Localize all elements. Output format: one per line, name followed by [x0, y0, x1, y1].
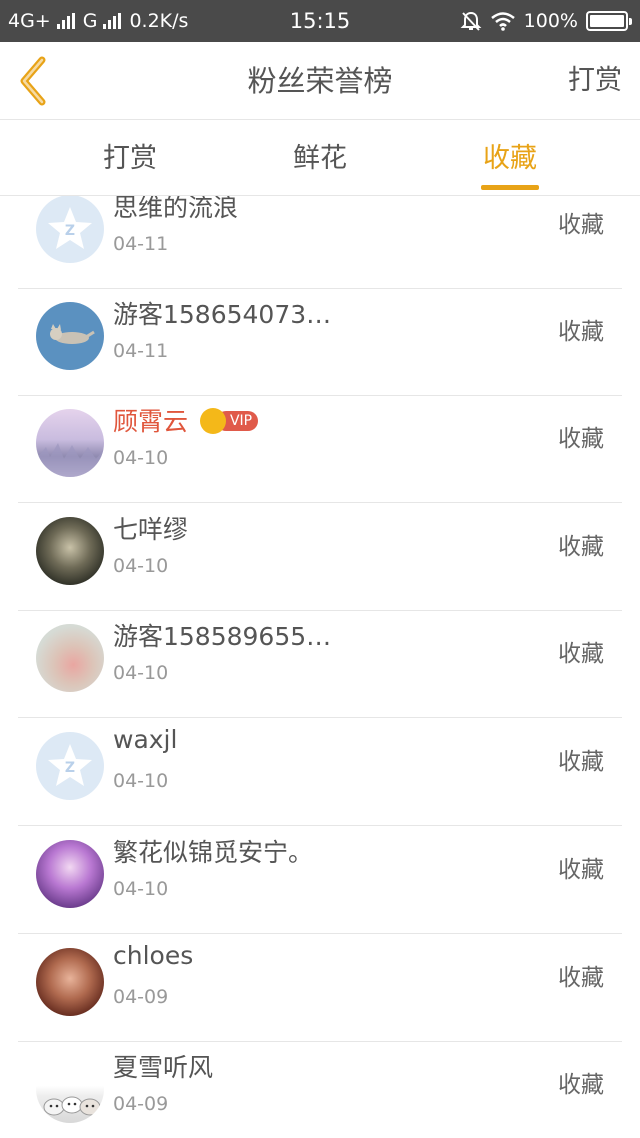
fan-date: 04-10	[113, 770, 169, 792]
wifi-icon	[490, 12, 515, 31]
cat-avatar	[36, 302, 104, 370]
list-item[interactable]: 游客158654073… 04-11 收藏	[18, 289, 622, 396]
fan-name: 游客158589655…	[113, 622, 332, 651]
status-right: 100%	[460, 0, 632, 42]
list-item[interactable]: 顾霄云 VIP 04-10 收藏	[18, 396, 622, 503]
winter-landscape-avatar	[36, 409, 104, 477]
page-title: 粉丝荣誉榜	[247, 64, 393, 98]
anime-girl-avatar	[36, 840, 104, 908]
list-item[interactable]: Z waxjl 04-10 收藏	[18, 719, 622, 826]
reward-button[interactable]: 打赏	[568, 42, 622, 120]
battery-percent: 100%	[523, 10, 578, 32]
flower-avatar	[36, 624, 104, 692]
fan-name: chloes	[113, 941, 194, 970]
svg-text:Z: Z	[65, 760, 75, 776]
fan-action-label: 收藏	[558, 965, 604, 991]
list-item[interactable]: 七咩缪 04-10 收藏	[18, 504, 622, 611]
list-item[interactable]: 夏雪听风 04-09 收藏	[18, 1042, 622, 1138]
fan-action-label: 收藏	[558, 534, 604, 560]
fan-name: waxjl	[113, 725, 178, 754]
list-item[interactable]: Z 思维的流浪 04-11 收藏	[18, 196, 622, 289]
fan-name: 七咩缪	[113, 515, 189, 544]
fan-name: 思维的流浪	[113, 196, 239, 222]
vip-badge: VIP	[199, 408, 259, 434]
fan-action-label: 收藏	[558, 1072, 604, 1098]
fan-list: Z 思维的流浪 04-11 收藏 游客158654073… 04-11 收藏 顾…	[0, 196, 640, 1138]
fan-action-label: 收藏	[558, 857, 604, 883]
fan-date: 04-10	[113, 555, 169, 577]
fan-action-label: 收藏	[558, 212, 604, 238]
fan-action-label: 收藏	[558, 641, 604, 667]
fan-name: 游客158654073…	[113, 300, 332, 329]
fan-action-label: 收藏	[558, 426, 604, 452]
crown-icon	[199, 408, 226, 434]
list-item[interactable]: 繁花似锦觅安宁。 04-10 收藏	[18, 827, 622, 934]
tab-bar: 打赏 鲜花 收藏	[0, 121, 640, 196]
fan-name: 繁花似锦觅安宁。	[113, 838, 314, 867]
girl-photo-avatar	[36, 517, 104, 585]
fan-name: 顾霄云 VIP	[113, 402, 259, 438]
fan-action-label: 收藏	[558, 319, 604, 345]
fan-date: 04-09	[113, 1093, 169, 1115]
fan-date: 04-10	[113, 447, 169, 469]
fan-action-label: 收藏	[558, 749, 604, 775]
status-bar: 4G+ G 0.2K/s 15:15 100%	[0, 0, 640, 42]
fan-date: 04-11	[113, 233, 169, 255]
qq-default-avatar: Z	[36, 196, 104, 263]
list-item[interactable]: 游客158589655… 04-10 收藏	[18, 611, 622, 718]
mute-bell-icon	[460, 11, 482, 31]
battery-icon	[586, 11, 632, 31]
girl-portrait-avatar	[36, 948, 104, 1016]
svg-text:Z: Z	[65, 223, 75, 239]
qq-default-avatar: Z	[36, 732, 104, 800]
tab-reward[interactable]: 打赏	[60, 121, 200, 196]
fan-date: 04-10	[113, 878, 169, 900]
tab-flowers[interactable]: 鲜花	[250, 121, 390, 196]
fan-name: 夏雪听风	[113, 1053, 214, 1082]
active-tab-indicator	[481, 185, 539, 190]
fan-date: 04-10	[113, 662, 169, 684]
navigation-bar: 粉丝荣誉榜 打赏	[0, 42, 640, 120]
fan-date: 04-11	[113, 340, 169, 362]
cats-avatar	[36, 1055, 104, 1123]
fan-date: 04-09	[113, 986, 169, 1008]
fan-name-text: 顾霄云	[113, 407, 189, 436]
list-item[interactable]: chloes 04-09 收藏	[18, 935, 622, 1042]
